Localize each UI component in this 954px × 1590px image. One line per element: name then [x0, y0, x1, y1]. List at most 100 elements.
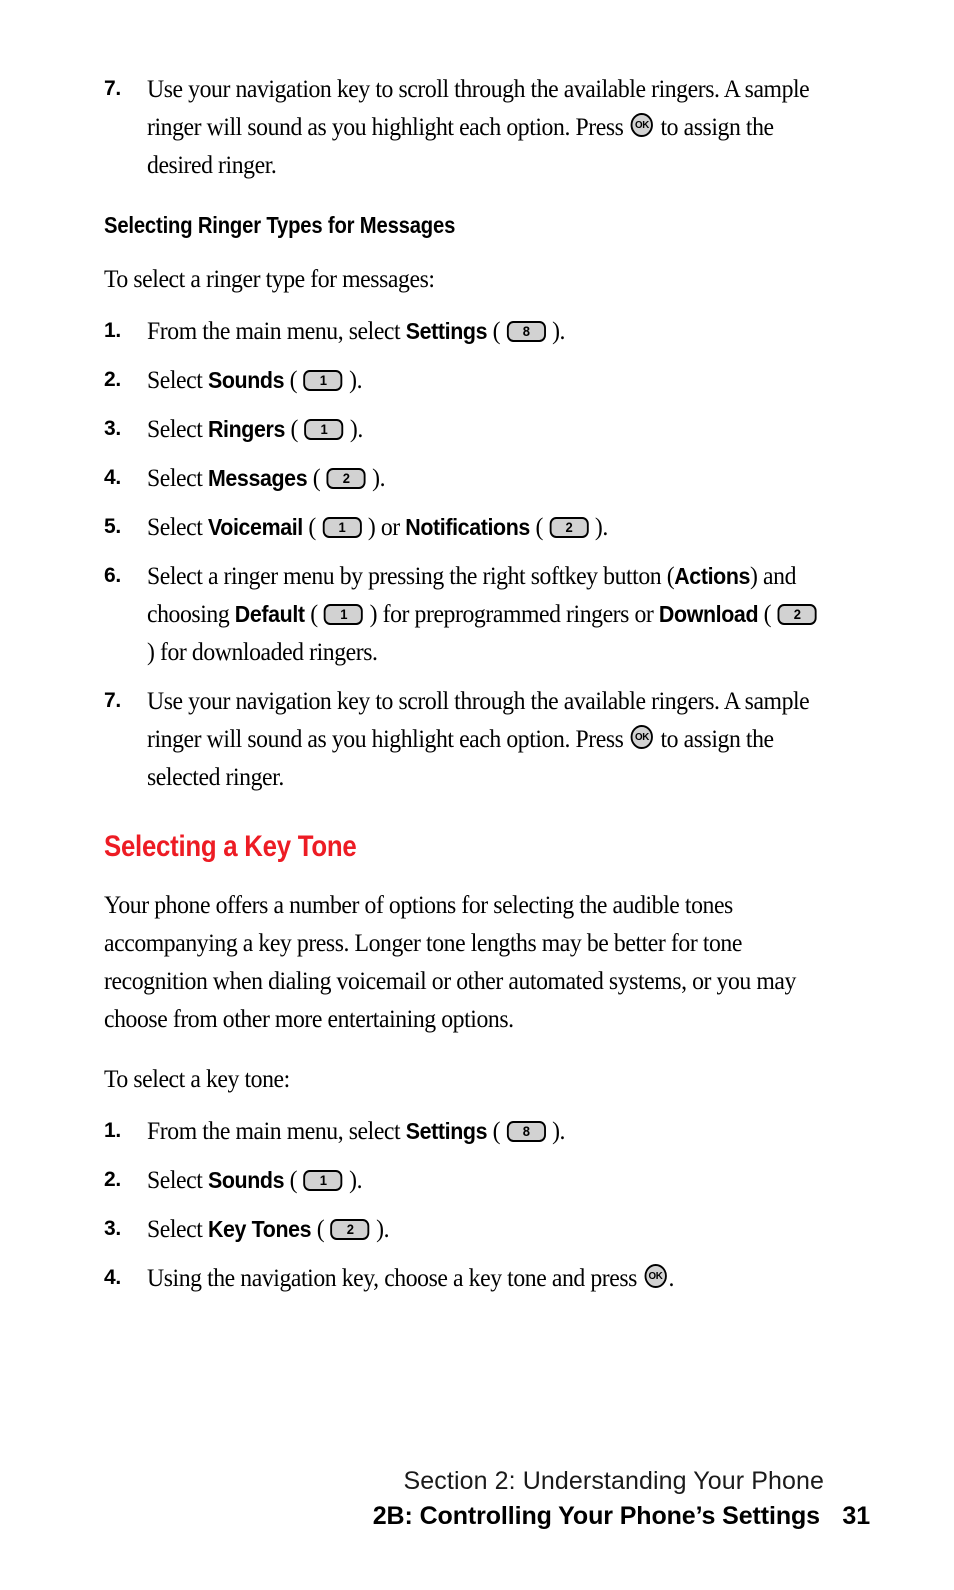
step-pre: Select: [147, 365, 208, 394]
list-number: 5.: [104, 515, 121, 538]
key-group: ( 2 ).: [307, 463, 386, 492]
page-footer: Section 2: Understanding Your Phone 2B: …: [104, 1464, 870, 1534]
paren-open: (: [304, 599, 324, 628]
keypad-key-icon: 2: [549, 517, 589, 538]
paren-close: ).: [344, 414, 363, 443]
paren-close: ) for preprogrammed ringers or: [364, 599, 659, 628]
list-text: Using the navigation key, choose a key t…: [147, 1259, 820, 1297]
key-group: ( 1 ).: [284, 1165, 363, 1194]
keypad-key-icon: 1: [324, 604, 364, 625]
list-item: 4. Using the navigation key, choose a ke…: [104, 1259, 820, 1297]
list-item: 3. Select Key Tones ( 2 ).: [104, 1210, 820, 1248]
paren-open: (: [487, 1116, 506, 1145]
menu-label-voicemail: Voicemail: [207, 514, 303, 540]
list-item: 2. Select Sounds ( 1 ).: [104, 1161, 820, 1199]
key-group: ( 2 ).: [311, 1214, 390, 1243]
key-group: ( 2: [758, 599, 817, 628]
list-text: Use your navigation key to scroll throug…: [147, 682, 820, 796]
keycap-number: 1: [319, 372, 327, 388]
menu-label: Ringers: [207, 416, 285, 442]
menu-label: Settings: [405, 318, 488, 344]
keypad-key-icon: 1: [303, 370, 343, 391]
paren-close: ).: [589, 512, 608, 541]
page-number: 31: [842, 1502, 870, 1530]
key-group: ( 1 ) for preprogrammed ringers or: [305, 599, 659, 628]
keypad-key-icon: 1: [322, 517, 362, 538]
step-pre: Select: [147, 463, 208, 492]
keycap-number: 2: [342, 470, 350, 486]
key-group: ( 2 ).: [530, 512, 608, 541]
list-number: 2.: [104, 1168, 121, 1191]
page-content: 7. Use your navigation key to scroll thr…: [104, 70, 820, 1297]
paren-close: ).: [370, 1214, 390, 1243]
list-number: 1.: [104, 319, 121, 342]
paren-open: (: [529, 512, 549, 541]
key-group: ( 1 ) or: [303, 512, 405, 541]
paren-close: ).: [343, 365, 363, 394]
menu-label: Key Tones: [207, 1216, 312, 1242]
step-text-before: Using the navigation key, choose a key t…: [147, 1263, 643, 1292]
paren-open: (: [284, 365, 303, 394]
menu-label-download: Download: [658, 601, 759, 627]
paren-close-or: ) or: [362, 512, 406, 541]
keypad-key-icon: 1: [304, 419, 344, 440]
list-text: From the main menu, select Settings ( 8 …: [147, 1112, 820, 1150]
ok-key-icon: OK: [630, 725, 654, 749]
keycap-number: 8: [522, 323, 530, 339]
ok-key-label: OK: [635, 731, 649, 743]
list-item: 1. From the main menu, select Settings (…: [104, 1112, 820, 1150]
key-group: ( 1 ).: [285, 414, 363, 443]
menu-label: Sounds: [207, 1167, 285, 1193]
step-pre: From the main menu, select: [147, 316, 406, 345]
paren-close: ).: [546, 1116, 566, 1145]
step-text-after: .: [668, 1263, 675, 1292]
section-heading-selecting-a-key-tone: Selecting a Key Tone: [104, 830, 357, 863]
step-pre: Select a ringer menu by pressing the rig…: [147, 561, 675, 590]
list-text: Use your navigation key to scroll throug…: [147, 70, 820, 184]
subheading-ringer-types-messages: Selecting Ringer Types for Messages: [104, 212, 456, 238]
list-item: 7. Use your navigation key to scroll thr…: [104, 682, 820, 796]
list-item: 3. Select Ringers ( 1 ).: [104, 410, 820, 448]
keypad-key-icon: 8: [506, 1121, 546, 1142]
list-number: 1.: [104, 1119, 121, 1142]
keypad-key-icon: 8: [506, 321, 546, 342]
list-number: 4.: [104, 466, 121, 489]
list-item: 7. Use your navigation key to scroll thr…: [104, 70, 820, 184]
ok-key-icon: OK: [644, 1264, 667, 1288]
list-text: Select Key Tones ( 2 ).: [147, 1210, 820, 1248]
list-number: 7.: [104, 689, 121, 712]
step-pre: Select: [147, 1165, 208, 1194]
list-number: 4.: [104, 1266, 121, 1289]
paren-open: (: [284, 414, 304, 443]
paren-close: ) for downloaded ringers.: [147, 637, 378, 666]
list-item: 5. Select Voicemail ( 1 ) or Notificatio…: [104, 508, 820, 546]
keycap-number: 1: [340, 606, 348, 622]
list-number: 7.: [104, 77, 121, 100]
keypad-key-icon: 1: [303, 1170, 343, 1191]
list-number: 3.: [104, 417, 121, 440]
keycap-number: 1: [338, 519, 346, 535]
menu-label-notifications: Notifications: [405, 514, 530, 540]
ok-key-label: OK: [635, 119, 649, 131]
menu-label-default: Default: [234, 601, 305, 627]
menu-label: Messages: [207, 465, 308, 491]
list-text: Select Ringers ( 1 ).: [147, 410, 820, 448]
list-number: 3.: [104, 1217, 121, 1240]
intro-select-ringer-type: To select a ringer type for messages:: [104, 264, 435, 293]
ok-key-label: OK: [648, 1270, 663, 1282]
keytone-step-list: 1. From the main menu, select Settings (…: [104, 1112, 820, 1297]
list-text: Select Voicemail ( 1 ) or Notifications …: [147, 508, 820, 546]
key-group: ( 8 ).: [487, 1116, 566, 1145]
keycap-number: 2: [346, 1221, 354, 1237]
paren-close: ).: [343, 1165, 363, 1194]
paren-open: (: [487, 316, 506, 345]
keypad-key-icon: 2: [326, 468, 366, 489]
keycap-number: 8: [522, 1123, 530, 1139]
paren-close: ).: [546, 316, 566, 345]
keycap-number: 1: [319, 1172, 327, 1188]
keycap-number: 1: [320, 421, 328, 437]
softkey-label-actions: Actions: [674, 563, 751, 589]
list-number: 2.: [104, 368, 121, 391]
top-step-list: 7. Use your navigation key to scroll thr…: [104, 70, 820, 184]
keypad-key-icon: 2: [330, 1219, 370, 1240]
